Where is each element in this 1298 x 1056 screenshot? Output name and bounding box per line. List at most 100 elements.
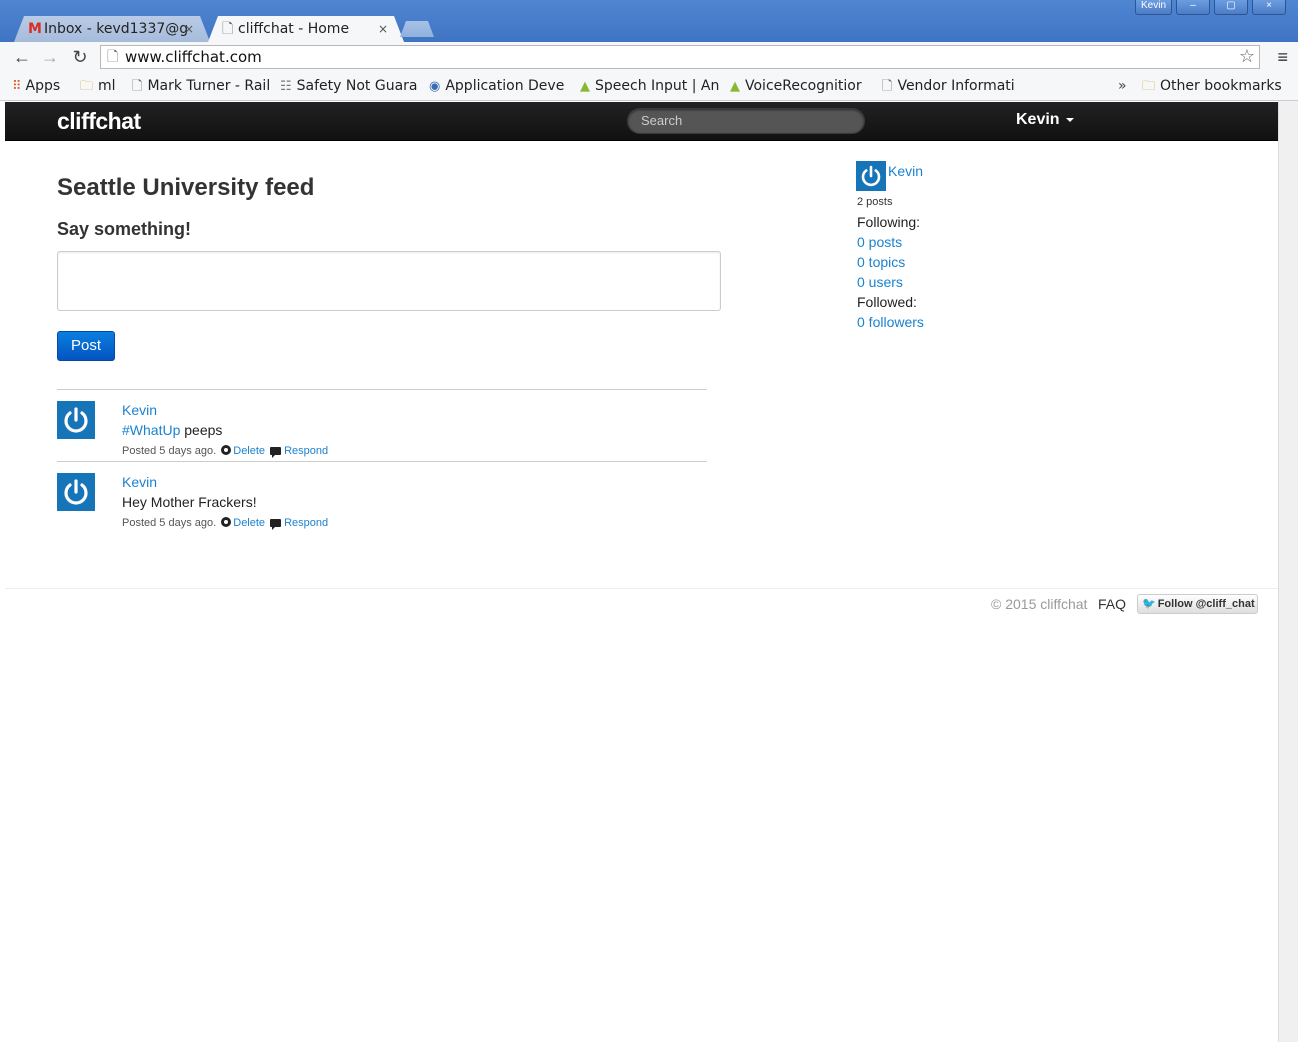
faq-link[interactable]: FAQ [1098, 596, 1126, 612]
apps-icon: ⠿ [12, 79, 21, 94]
bookmark-apps[interactable]: ⠿ Apps [12, 72, 60, 101]
folder-icon: 🗀 [1142, 79, 1156, 94]
page-icon: 🗋 [132, 79, 143, 94]
profile-button[interactable]: Kevin [1134, 0, 1172, 15]
avatar[interactable] [57, 473, 95, 511]
bookmark-safety-not-guaranteed[interactable]: ☷ Safety Not Guara [280, 72, 418, 101]
forward-arrow-icon[interactable]: → [38, 46, 62, 68]
post-timestamp: Posted 5 days ago. [122, 517, 217, 529]
url-text: www.cliffchat.com [125, 48, 262, 66]
post-author-link[interactable]: Kevin [122, 402, 157, 418]
bookmark-label: Speech Input | An [595, 78, 720, 94]
remove-icon [221, 517, 232, 527]
scrollbar-track[interactable] [1278, 101, 1298, 1042]
bookmark-speech-input[interactable]: ▲ Speech Input | An [580, 72, 720, 101]
page-icon: 🗋 [222, 21, 234, 37]
following-posts-link[interactable]: 0 posts [857, 234, 902, 250]
tab-strip: Kevin – ▢ × M Inbox - kevd1337@g × 🗋 cli… [0, 0, 1298, 42]
bookmark-label: Other bookmarks [1160, 78, 1282, 94]
sign-icon: ☷ [280, 79, 292, 94]
followers-link[interactable]: 0 followers [857, 314, 924, 330]
tab-title: cliffchat - Home [238, 21, 350, 37]
twitter-bird-icon: 🐦 [1142, 598, 1156, 610]
post-body: #WhatUp peeps [122, 422, 222, 438]
page-icon: 🗋 [107, 49, 119, 65]
post-text: peeps [180, 422, 223, 438]
folder-icon: 🗀 [80, 79, 94, 94]
power-icon [861, 165, 881, 187]
bookmark-label: Vendor Informati [897, 78, 1015, 94]
bookmark-ml[interactable]: 🗀 ml [80, 72, 116, 101]
close-icon[interactable]: × [184, 16, 194, 42]
search-input[interactable]: Search [627, 108, 865, 134]
avatar[interactable] [57, 401, 95, 439]
bookmark-label: Application Deve [445, 78, 565, 94]
post-meta: Posted 5 days ago. Delete Respond [122, 445, 328, 458]
tab-cliffchat-home[interactable]: 🗋 cliffchat - Home × [208, 16, 404, 42]
page-icon: 🗋 [882, 79, 893, 94]
comment-icon [270, 447, 282, 458]
bookmark-star-icon[interactable]: ☆ [1239, 46, 1255, 68]
post-text: Hey Mother Frackers! [122, 494, 257, 510]
delete-link[interactable]: Delete [233, 517, 265, 529]
address-bar[interactable]: 🗋 www.cliffchat.com ☆ [100, 45, 1260, 69]
reload-icon[interactable]: ↻ [68, 46, 92, 68]
bookmark-label: Safety Not Guara [296, 78, 418, 94]
close-icon[interactable]: × [378, 16, 388, 42]
twitter-follow-button[interactable]: 🐦 Follow @cliff_chat [1137, 594, 1258, 614]
brand-logo[interactable]: cliffchat [57, 102, 141, 140]
following-label: Following: [857, 214, 921, 230]
bookmark-label: VoiceRecognitior [745, 78, 862, 94]
sidebar-post-count: 2 posts [857, 196, 893, 208]
footer-divider [5, 588, 1278, 589]
bookmark-voice-recognition[interactable]: ▲ VoiceRecognitior [730, 72, 870, 101]
page-title: Seattle University feed [57, 174, 315, 201]
bookmark-label: Apps [25, 78, 61, 94]
post-author-link[interactable]: Kevin [122, 474, 157, 490]
feed-divider [57, 461, 707, 462]
following-users-link[interactable]: 0 users [857, 274, 903, 290]
user-menu-dropdown[interactable]: Kevin [1016, 102, 1074, 138]
globe-icon: ◉ [429, 79, 441, 94]
maximize-button[interactable]: ▢ [1214, 0, 1248, 15]
compose-heading: Say something! [57, 219, 192, 239]
caret-down-icon [1065, 117, 1074, 122]
user-menu-label: Kevin [1016, 111, 1060, 128]
sidebar-user-link[interactable]: Kevin [888, 163, 923, 179]
bookmark-application-dev[interactable]: ◉ Application Deve [429, 72, 569, 101]
following-topics-link[interactable]: 0 topics [857, 254, 905, 270]
bookmarks-bar: ⠿ Apps 🗀 ml 🗋 Mark Turner - Rail ☷ Safety No… [0, 72, 1298, 101]
tab-inbox[interactable]: M Inbox - kevd1337@g × [14, 16, 210, 42]
twitter-follow-label: Follow @cliff_chat [1157, 598, 1255, 610]
browser-toolbar: ← → ↻ 🗋 www.cliffchat.com ☆ ≡ [0, 42, 1298, 72]
menu-icon[interactable]: ≡ [1277, 46, 1288, 68]
back-arrow-icon[interactable]: ← [10, 46, 34, 68]
post-timestamp: Posted 5 days ago. [122, 445, 217, 457]
respond-link[interactable]: Respond [284, 517, 328, 529]
bookmark-vendor-info[interactable]: 🗋 Vendor Informati [882, 72, 1022, 101]
feed-divider [57, 389, 707, 390]
new-tab-button[interactable] [400, 21, 434, 37]
close-window-button[interactable]: × [1252, 0, 1286, 15]
bookmark-other-bookmarks[interactable]: 🗀 Other bookmarks [1142, 72, 1282, 101]
gmail-icon: M [28, 21, 42, 37]
android-icon: ▲ [580, 79, 590, 94]
bookmark-label: ml [98, 78, 116, 94]
post-meta: Posted 5 days ago. Delete Respond [122, 517, 328, 530]
minimize-button[interactable]: – [1176, 0, 1210, 15]
copyright-text: © 2015 cliffchat [991, 596, 1088, 612]
followed-label: Followed: [857, 294, 917, 310]
bookmarks-overflow-chevron[interactable]: » [1118, 72, 1127, 100]
bookmark-mark-turner[interactable]: 🗋 Mark Turner - Rail [132, 72, 270, 101]
post-button[interactable]: Post [57, 331, 115, 361]
comment-icon [270, 519, 282, 530]
respond-link[interactable]: Respond [284, 445, 328, 457]
power-icon [64, 407, 88, 433]
hashtag-link[interactable]: #WhatUp [122, 422, 180, 438]
remove-icon [221, 445, 232, 455]
compose-textarea[interactable] [57, 251, 721, 311]
sidebar-avatar[interactable] [856, 161, 886, 191]
delete-link[interactable]: Delete [233, 445, 265, 457]
page-viewport [5, 101, 1278, 1042]
site-navbar: cliffchat Search Kevin [5, 102, 1278, 141]
